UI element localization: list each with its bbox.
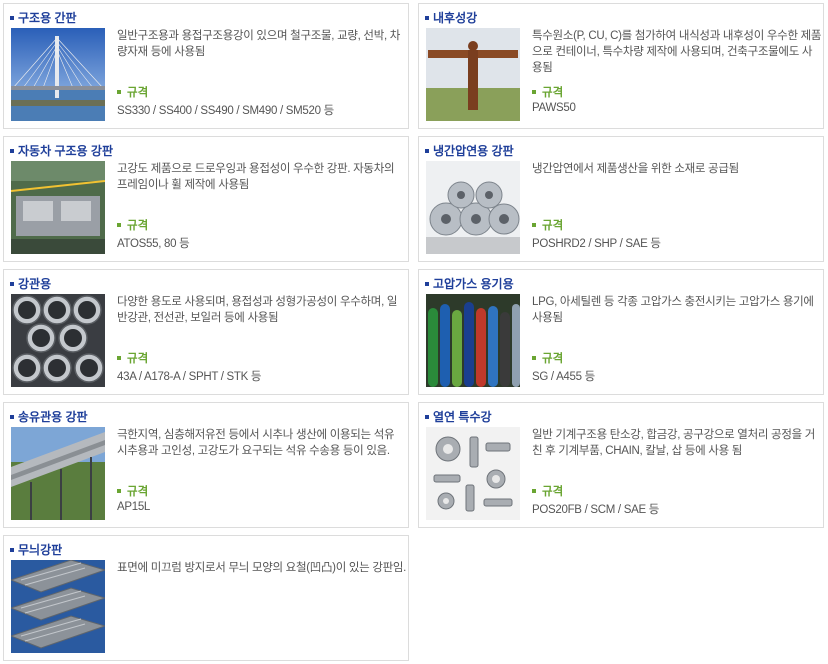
product-image [426,427,520,520]
product-image [426,161,520,254]
spec-label: 규격 [117,84,148,100]
card-title: 열연 특수강 [425,408,492,425]
card-description: 특수원소(P, CU, C)를 첨가하여 내식성과 내후성이 우수한 제품으로 … [532,30,822,74]
card-description: 냉간압연에서 제품생산을 위한 소재로 공급됨 [532,163,739,175]
product-card: 고압가스 용기용 LPG, 아세틸렌 등 각종 고압가스 충전시키는 고압가스 … [418,269,824,395]
spec-value: ATOS55, 80 등 [117,238,190,250]
spec-label: 규격 [117,217,148,233]
card-title: 자동차 구조용 강판 [10,142,113,159]
spec-label: 규격 [532,350,563,366]
product-card: 내후성강 특수원소(P, CU, C)를 첨가하여 내식성과 내후성이 우수한 … [418,3,824,129]
spec-label: 규격 [117,350,148,366]
spec-label: 규격 [532,84,563,100]
card-title: 구조용 간판 [10,9,77,26]
product-card: 강관용 다양한 용도로 사용되며, 용접성과 성형가공성이 우수하며, 일반강관… [3,269,409,395]
card-title: 강관용 [10,275,51,292]
product-card: 구조용 간판 일반구조용과 용접구조용강이 있으며 철구조물, 교량, 선박, … [3,3,409,129]
spec-value: PAWS50 [532,102,576,114]
spec-label: 규격 [532,217,563,233]
card-description: LPG, 아세틸렌 등 각종 고압가스 충전시키는 고압가스 용기에 사용됨 [532,296,814,324]
product-card: 자동차 구조용 강판 고강도 제품으로 드로우잉과 용접성이 우수한 강판. 자… [3,136,409,262]
card-title: 무늬강판 [10,541,62,558]
spec-value: POS20FB / SCM / SAE 등 [532,504,659,516]
card-description: 고강도 제품으로 드로우잉과 용접성이 우수한 강판. 자동차의 프레임이나 휠… [117,163,395,191]
product-image [426,294,520,387]
product-image [426,28,520,121]
spec-value: SS330 / SS400 / SS490 / SM490 / SM520 등 [117,105,334,117]
spec-label: 규격 [117,483,148,499]
card-title: 내후성강 [425,9,477,26]
spec-value: POSHRD2 / SHP / SAE 등 [532,238,661,250]
card-description: 다양한 용도로 사용되며, 용접성과 성형가공성이 우수하며, 일반강관, 전선… [117,296,398,324]
product-image [11,294,105,387]
product-card: 냉간압연용 강판 냉간압연에서 제품생산을 위한 소재로 공급됨 규격 POSH… [418,136,824,262]
card-description: 표면에 미끄럼 방지로서 무늬 모양의 요철(凹凸)이 있는 강판임. [117,562,407,574]
product-image [11,427,105,520]
card-title: 냉간압연용 강판 [425,142,514,159]
product-image [11,28,105,121]
spec-value: 43A / A178-A / SPHT / STK 등 [117,371,262,383]
product-card: 무늬강판 표면에 미끄럼 방지로서 무늬 모양의 요철(凹凸)이 있는 강판임. [3,535,409,661]
card-description: 일반구조용과 용접구조용강이 있으며 철구조물, 교량, 선박, 차량자재 등에… [117,30,401,58]
product-image [11,560,105,653]
spec-value: AP15L [117,501,151,513]
product-card: 송유관용 강판 극한지역, 심층해저유전 등에서 시추나 생산에 이용되는 석유… [3,402,409,528]
card-description: 극한지역, 심층해저유전 등에서 시추나 생산에 이용되는 석유 시추용과 고인… [117,429,395,457]
product-card: 열연 특수강 일반 기계구조용 탄소강, 합금강, 공구강으로 열처리 공정을 … [418,402,824,528]
card-title: 송유관용 강판 [10,408,88,425]
spec-value: SG / A455 등 [532,371,595,383]
product-image [11,161,105,254]
card-description: 일반 기계구조용 탄소강, 합금강, 공구강으로 열처리 공정을 거친 후 기계… [532,429,816,457]
card-title: 고압가스 용기용 [425,275,514,292]
spec-label: 규격 [532,483,563,499]
